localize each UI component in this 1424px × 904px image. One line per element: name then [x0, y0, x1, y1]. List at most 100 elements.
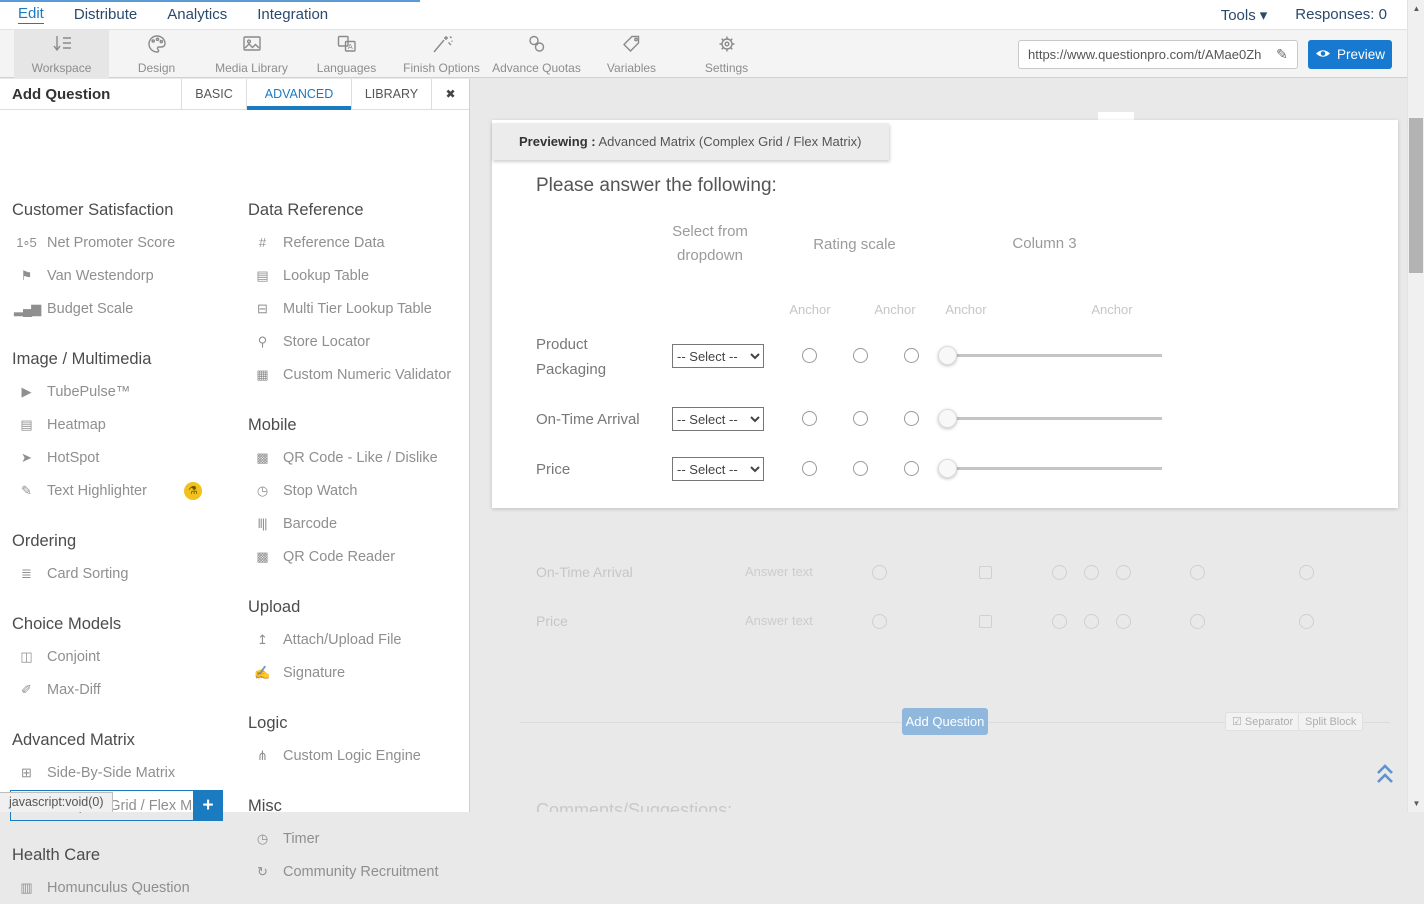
add-question-button[interactable]: Add Question	[902, 708, 988, 735]
item-card-sorting[interactable]: ≣ Card Sorting	[10, 557, 238, 590]
faded-row-label: On-Time Arrival	[536, 552, 633, 592]
page-scrollbar[interactable]: ▲ ▼	[1407, 0, 1424, 812]
text-highlighter-icon: ✎	[14, 483, 38, 499]
item-custom-logic-engine[interactable]: ⋔ Custom Logic Engine	[246, 739, 468, 772]
row-select-dropdown[interactable]: -- Select --	[672, 407, 764, 431]
row-select-dropdown[interactable]: -- Select --	[672, 457, 764, 481]
faded-checkbox	[979, 566, 992, 579]
item-conjoint[interactable]: ◫ Conjoint	[10, 640, 238, 673]
nav-item-integration[interactable]: Integration	[257, 6, 328, 23]
item-text-highlighter[interactable]: ✎ Text Highlighter ⚗	[10, 474, 238, 507]
workspace-button[interactable]: Workspace	[14, 30, 109, 78]
item-lookup-table[interactable]: ▤ Lookup Table	[246, 259, 468, 292]
nav-item-analytics[interactable]: Analytics	[167, 6, 227, 23]
item-tubepulse[interactable]: ▶ TubePulse™	[10, 375, 238, 408]
column-header-column-3: Column 3	[982, 232, 1107, 256]
item-community-recruitment[interactable]: ↻ Community Recruitment	[246, 855, 468, 888]
homunculus-question-icon: ▥	[14, 880, 38, 896]
reference-data-icon: #	[250, 235, 274, 250]
finish-options-button[interactable]: Finish Options	[394, 30, 489, 78]
rating-radio[interactable]	[904, 461, 919, 476]
rating-radio[interactable]	[904, 348, 919, 363]
nav-right: Tools▾ Responses: 0	[1221, 6, 1407, 24]
item-custom-numeric-validator[interactable]: ▦ Custom Numeric Validator	[246, 358, 468, 391]
item-homunculus-question[interactable]: ▥ Homunculus Question	[10, 871, 238, 904]
qr-code-like-dislike-icon: ▩	[250, 450, 274, 466]
item-reference-data[interactable]: # Reference Data	[246, 226, 468, 259]
scroll-to-top-chevrons-icon[interactable]	[1375, 762, 1395, 791]
tools-dropdown[interactable]: Tools▾	[1221, 6, 1268, 24]
item-timer[interactable]: ◷ Timer	[246, 822, 468, 855]
design-button[interactable]: Design	[109, 30, 204, 78]
item-barcode[interactable]: ‖|| Barcode	[246, 507, 468, 540]
matrix-row-price: Price -- Select --	[492, 449, 1398, 489]
advance-quotas-button[interactable]: Advance Quotas	[489, 30, 584, 78]
barcode-icon: ‖||	[250, 516, 274, 531]
item-side-by-side-matrix[interactable]: ⊞ Side-By-Side Matrix	[10, 756, 238, 789]
slider-handle[interactable]	[938, 346, 957, 365]
scrollbar-up-arrow[interactable]: ▲	[1408, 0, 1424, 17]
item-max-diff[interactable]: ✐ Max-Diff	[10, 673, 238, 706]
variables-button[interactable]: Variables	[584, 30, 679, 78]
max-diff-icon: ✐	[14, 682, 38, 698]
tab-basic[interactable]: BASIC	[181, 79, 246, 109]
scrollbar-down-arrow[interactable]: ▼	[1408, 795, 1424, 812]
item-stop-watch[interactable]: ◷ Stop Watch	[246, 474, 468, 507]
panel-header: Add Question BASIC ADVANCED LIBRARY ✖	[0, 79, 469, 110]
edit-url-icon[interactable]: ✎	[1267, 46, 1297, 63]
nav-items: Edit Distribute Analytics Integration	[0, 5, 328, 24]
preview-button[interactable]: Preview	[1308, 40, 1392, 69]
rating-radio[interactable]	[802, 461, 817, 476]
nav-item-edit[interactable]: Edit	[18, 5, 44, 24]
rating-radio[interactable]	[853, 461, 868, 476]
item-qr-code-like-dislike[interactable]: ▩ QR Code - Like / Dislike	[246, 441, 468, 474]
item-net-promoter-score[interactable]: 1∘5 Net Promoter Score	[10, 226, 238, 259]
tab-advanced[interactable]: ADVANCED	[246, 79, 351, 109]
media-library-button[interactable]: Media Library	[204, 30, 299, 78]
rating-radio[interactable]	[802, 411, 817, 426]
chevron-down-icon: ▾	[1260, 7, 1268, 24]
responses-counter[interactable]: Responses: 0	[1295, 6, 1387, 23]
item-van-westendorp[interactable]: ⚑ Van Westendorp	[10, 259, 238, 292]
tab-library[interactable]: LIBRARY	[351, 79, 431, 109]
scrollbar-thumb[interactable]	[1409, 118, 1423, 273]
item-budget-scale[interactable]: ▂▄▆ Budget Scale	[10, 292, 238, 325]
item-signature[interactable]: ✍ Signature	[246, 656, 468, 689]
item-store-locator[interactable]: ⚲ Store Locator	[246, 325, 468, 358]
question-title: Please answer the following:	[536, 175, 777, 197]
item-attach-upload-file[interactable]: ↥ Attach/Upload File	[246, 623, 468, 656]
faded-radio	[1084, 614, 1099, 629]
slider-track[interactable]	[952, 354, 1162, 357]
row-select-dropdown[interactable]: -- Select --	[672, 344, 764, 368]
survey-url-input[interactable]	[1019, 47, 1267, 62]
slider-handle[interactable]	[938, 459, 957, 478]
separator-button[interactable]: ☑ Separator	[1225, 712, 1300, 731]
slider-track[interactable]	[952, 467, 1162, 470]
item-multi-tier-lookup-table[interactable]: ⊟ Multi Tier Lookup Table	[246, 292, 468, 325]
rating-radio[interactable]	[853, 348, 868, 363]
rating-radio[interactable]	[904, 411, 919, 426]
anchor-label: Anchor	[936, 302, 996, 317]
item-heatmap[interactable]: ▤ Heatmap	[10, 408, 238, 441]
previewing-question-type: Advanced Matrix (Complex Grid / Flex Mat…	[596, 134, 862, 149]
settings-button[interactable]: Settings	[679, 30, 774, 78]
anchor-label: Anchor	[780, 302, 840, 317]
comments-suggestions-label: Comments/Suggestions:	[536, 800, 732, 812]
side-by-side-matrix-icon: ⊞	[14, 765, 38, 781]
rating-radio[interactable]	[802, 348, 817, 363]
item-hotspot[interactable]: ➤ HotSpot	[10, 441, 238, 474]
languages-button[interactable]: A Languages	[299, 30, 394, 78]
add-question-plus-button[interactable]: +	[193, 790, 223, 821]
slider-track[interactable]	[952, 417, 1162, 420]
anchor-label: Anchor	[1082, 302, 1142, 317]
tubepulse-icon: ▶	[14, 384, 38, 400]
section-heading-health-care: Health Care	[12, 845, 238, 865]
split-block-button[interactable]: Split Block	[1298, 712, 1363, 731]
faded-radio	[1299, 614, 1314, 629]
nav-item-distribute[interactable]: Distribute	[74, 6, 137, 23]
slider-handle[interactable]	[938, 409, 957, 428]
item-qr-code-reader[interactable]: ▩ QR Code Reader	[246, 540, 468, 573]
close-icon[interactable]: ✖	[431, 79, 469, 109]
faded-row-label: Price	[536, 601, 568, 641]
rating-radio[interactable]	[853, 411, 868, 426]
